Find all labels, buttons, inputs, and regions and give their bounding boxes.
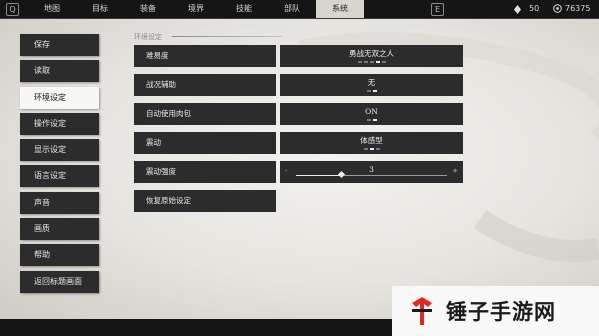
menu-item-return-to-title[interactable]: 返回标题画面 [20, 270, 99, 293]
difficulty-option-dots [280, 61, 463, 63]
option-dot [363, 61, 368, 63]
auto-use-meat-bun-selector[interactable]: ON [280, 103, 463, 125]
vibration-option-dots [280, 148, 463, 150]
tab-equipment[interactable]: 装备 [124, 0, 172, 18]
menu-item-display-settings[interactable]: 显示设定 [20, 139, 99, 162]
nav-tabs: 地图 目标 装备 境界 技能 部队 系统 [28, 0, 364, 18]
watermark-logo-icon [412, 297, 432, 325]
tab-realm[interactable]: 境界 [172, 0, 220, 18]
site-watermark: 锤子手游网 [392, 286, 599, 336]
prev-tab-key-hint[interactable]: Q [6, 3, 19, 16]
difficulty-label: 难易度 [134, 45, 276, 67]
option-dot [372, 90, 377, 92]
auto-use-meat-bun-option-dots [280, 119, 463, 121]
reset-defaults-button[interactable]: 恢复原始设定 [134, 190, 276, 212]
watermark-text: 锤子手游网 [446, 300, 556, 324]
option-dot [375, 61, 380, 63]
difficulty-selector[interactable]: 勇战无双之人 [280, 45, 463, 67]
next-tab-key-hint[interactable]: E [431, 3, 444, 16]
option-dot [381, 61, 386, 63]
tab-system[interactable]: 系统 [316, 0, 364, 18]
tab-objectives[interactable]: 目标 [76, 0, 124, 18]
vibration-label: 震动 [134, 132, 276, 154]
menu-item-graphics[interactable]: 画质 [20, 218, 99, 241]
coin-icon [553, 4, 562, 13]
menu-item-save[interactable]: 保存 [20, 34, 99, 56]
menu-item-language-settings[interactable]: 语言设定 [20, 165, 99, 188]
slider-increase-icon[interactable]: + [452, 167, 458, 175]
battle-assist-option-dots [280, 90, 463, 92]
option-dot [369, 61, 374, 63]
vibration-intensity-slider[interactable]: 3 - + [280, 161, 463, 183]
option-dot [363, 148, 368, 150]
menu-item-sound[interactable]: 声音 [20, 191, 99, 214]
slider-track[interactable] [296, 170, 447, 179]
menu-item-help[interactable]: 帮助 [20, 244, 99, 267]
slider-fill [296, 175, 342, 176]
money-count: 76375 [565, 4, 591, 13]
vibration-intensity-label: 震动强度 [134, 161, 276, 183]
menu-item-control-settings[interactable]: 操作设定 [20, 112, 99, 135]
soul-count: 50 [529, 4, 540, 13]
tab-map[interactable]: 地图 [28, 0, 76, 18]
vibration-value: 体感型 [360, 136, 383, 145]
battle-assist-selector[interactable]: 无 [280, 74, 463, 96]
tab-skills[interactable]: 技能 [220, 0, 268, 18]
slider-decrease-icon[interactable]: - [285, 167, 288, 175]
auto-use-meat-bun-value: ON [365, 107, 378, 116]
menu-item-environment-settings[interactable]: 环境设定 [20, 86, 99, 109]
vibration-selector[interactable]: 体感型 [280, 132, 463, 154]
option-dot [357, 61, 362, 63]
option-dot [372, 119, 377, 121]
soul-crystal-icon [514, 5, 521, 14]
tab-army[interactable]: 部队 [268, 0, 316, 18]
system-side-menu: 保存 读取 环境设定 操作设定 显示设定 语言设定 声音 画质 帮助 返回标题画… [20, 34, 100, 297]
option-dot [375, 148, 380, 150]
section-title: 环境设定 [134, 33, 162, 41]
section-title-divider [172, 36, 282, 37]
option-dot [366, 90, 371, 92]
menu-item-load[interactable]: 读取 [20, 60, 99, 83]
option-dot [366, 119, 371, 121]
option-dot [369, 148, 374, 150]
battle-assist-value: 无 [367, 78, 376, 87]
auto-use-meat-bun-label: 自动使用肉包 [134, 103, 276, 125]
top-nav-bar: Q 地图 目标 装备 境界 技能 部队 系统 E 50 76375 [0, 0, 599, 19]
battle-assist-label: 战况辅助 [134, 74, 276, 96]
difficulty-value: 勇战无双之人 [349, 49, 394, 58]
